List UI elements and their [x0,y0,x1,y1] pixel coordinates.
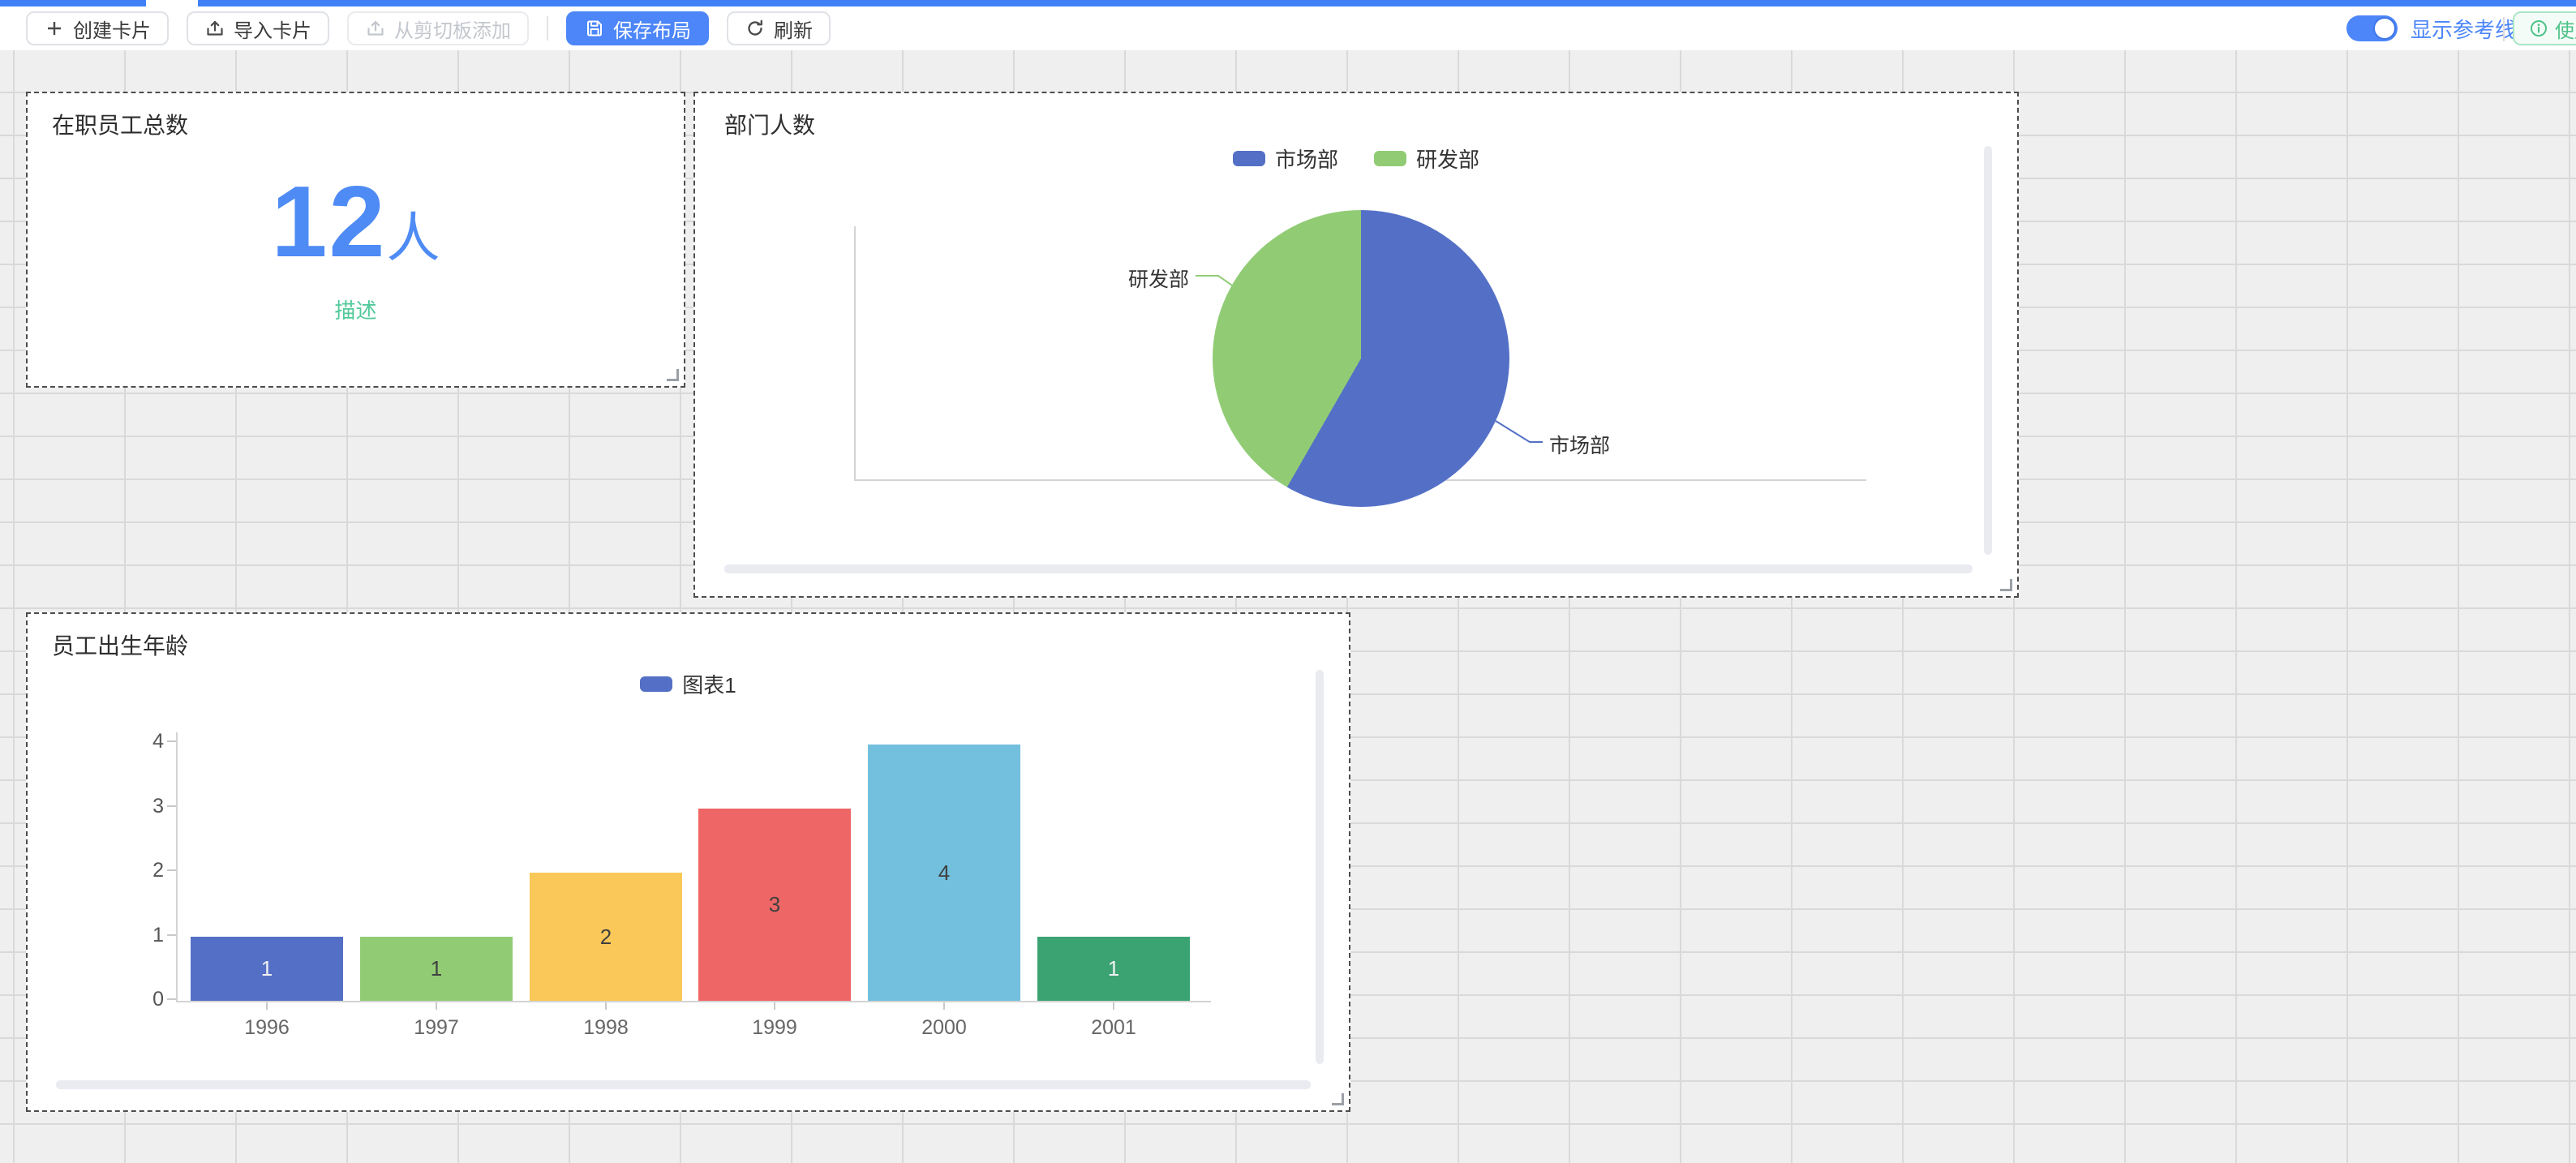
stat-unit: 人 [386,195,440,273]
bar-2001[interactable]: 1 [1037,937,1190,1001]
pie-slice-label-rnd: 研发部 [1128,264,1189,293]
info-icon [2529,19,2548,38]
x-tick-label: 1996 [218,1016,316,1040]
show-guides-toggle[interactable] [2346,15,2398,41]
y-tick-label: 1 [125,924,164,947]
legend-label: 图表1 [682,669,736,699]
help-button[interactable]: 使用说明 [2513,11,2576,45]
x-tick-label: 2000 [895,1016,993,1040]
x-tick-mark [943,1002,945,1010]
add-from-clipboard-button[interactable]: 从剪切板添加 [347,11,529,45]
bar-x-axis-line [176,1001,1211,1002]
bar-value-label: 1 [431,956,442,981]
y-tick-label: 0 [125,988,164,1011]
toolbar-divider [547,16,548,41]
stat-description: 描述 [28,294,684,324]
resize-handle[interactable] [2000,579,2012,591]
bar-value-label: 2 [600,925,612,950]
save-layout-label: 保存布局 [613,15,691,43]
help-label: 使用说明 [2555,15,2576,43]
horizontal-scrollbar[interactable] [724,564,1973,573]
bar-y-axis-line [176,732,178,1002]
refresh-label: 刷新 [774,15,813,43]
top-accent-bar [0,0,2576,6]
add-from-clipboard-label: 从剪切板添加 [394,15,511,43]
bar-1999[interactable]: 3 [698,809,851,1001]
toolbar-right-divider [2503,17,2505,41]
bar-2000[interactable]: 4 [868,745,1020,1001]
y-tick-label: 4 [125,730,164,753]
save-icon [584,18,605,39]
x-tick-label: 1997 [388,1016,485,1040]
stat-value-row: 12 人 [28,165,684,280]
horizontal-scrollbar[interactable] [56,1080,1311,1089]
legend-swatch-series1 [640,676,672,692]
upload-icon-disabled [365,18,386,39]
x-tick-mark [266,1002,268,1010]
stat-value: 12 [272,165,387,280]
card-title: 在职员工总数 [52,108,188,140]
toggle-knob [2373,17,2396,40]
y-tick-mark [167,869,176,871]
show-guides-label: 显示参考线 [2411,6,2516,50]
y-tick-mark [167,740,176,742]
refresh-icon [745,18,766,39]
x-tick-mark [774,1002,775,1010]
card-birth-year[interactable]: 员工出生年龄 图表1 4 3 2 1 0 1 [26,612,1350,1112]
card-total-employees[interactable]: 在职员工总数 12 人 描述 [26,92,685,388]
vertical-scrollbar[interactable] [1984,146,1992,555]
create-card-label: 创建卡片 [73,15,151,43]
bar-value-label: 4 [938,860,950,886]
card-title: 员工出生年龄 [52,629,188,661]
import-card-label: 导入卡片 [234,15,311,43]
x-tick-mark [1113,1002,1114,1010]
bar-value-label: 3 [769,892,780,917]
x-tick-label: 1999 [726,1016,823,1040]
pie-callout-lines [695,93,2017,596]
plus-icon [44,18,65,39]
x-tick-label: 1998 [557,1016,655,1040]
dashboard-editor: 创建卡片 导入卡片 从剪切板添加 [0,0,2576,1163]
y-tick-mark [167,805,176,807]
refresh-button[interactable]: 刷新 [727,11,831,45]
toolbar-left-group: 创建卡片 导入卡片 从剪切板添加 [26,6,831,50]
toolbar: 创建卡片 导入卡片 从剪切板添加 [0,6,2576,50]
bar-value-label: 1 [1108,956,1119,981]
pie-slice-label-marketing: 市场部 [1549,430,1610,459]
dashboard-canvas[interactable]: 在职员工总数 12 人 描述 部门人数 市场部 研发部 [0,50,2576,1163]
x-tick-mark [436,1002,437,1010]
card-department-count[interactable]: 部门人数 市场部 研发部 研发部 市场部 [693,92,2019,598]
save-layout-button[interactable]: 保存布局 [566,11,709,45]
y-tick-label: 2 [125,859,164,882]
y-tick-mark [167,934,176,936]
x-tick-mark [605,1002,607,1010]
import-card-button[interactable]: 导入卡片 [187,11,329,45]
bar-value-label: 1 [261,956,273,981]
y-tick-label: 3 [125,795,164,818]
x-tick-label: 2001 [1065,1016,1162,1040]
bar-1996[interactable]: 1 [191,937,343,1001]
vertical-scrollbar[interactable] [1316,670,1324,1064]
bar-1997[interactable]: 1 [360,937,513,1001]
legend-item-series1[interactable]: 图表1 [640,669,736,699]
bar-1998[interactable]: 2 [530,873,682,1001]
create-card-button[interactable]: 创建卡片 [26,11,169,45]
upload-icon [204,18,225,39]
bar-legend: 图表1 [28,669,1349,699]
y-tick-mark [167,998,176,1000]
resize-handle[interactable] [1332,1093,1344,1105]
top-accent-bar-gap [146,0,198,6]
resize-handle[interactable] [667,369,679,381]
